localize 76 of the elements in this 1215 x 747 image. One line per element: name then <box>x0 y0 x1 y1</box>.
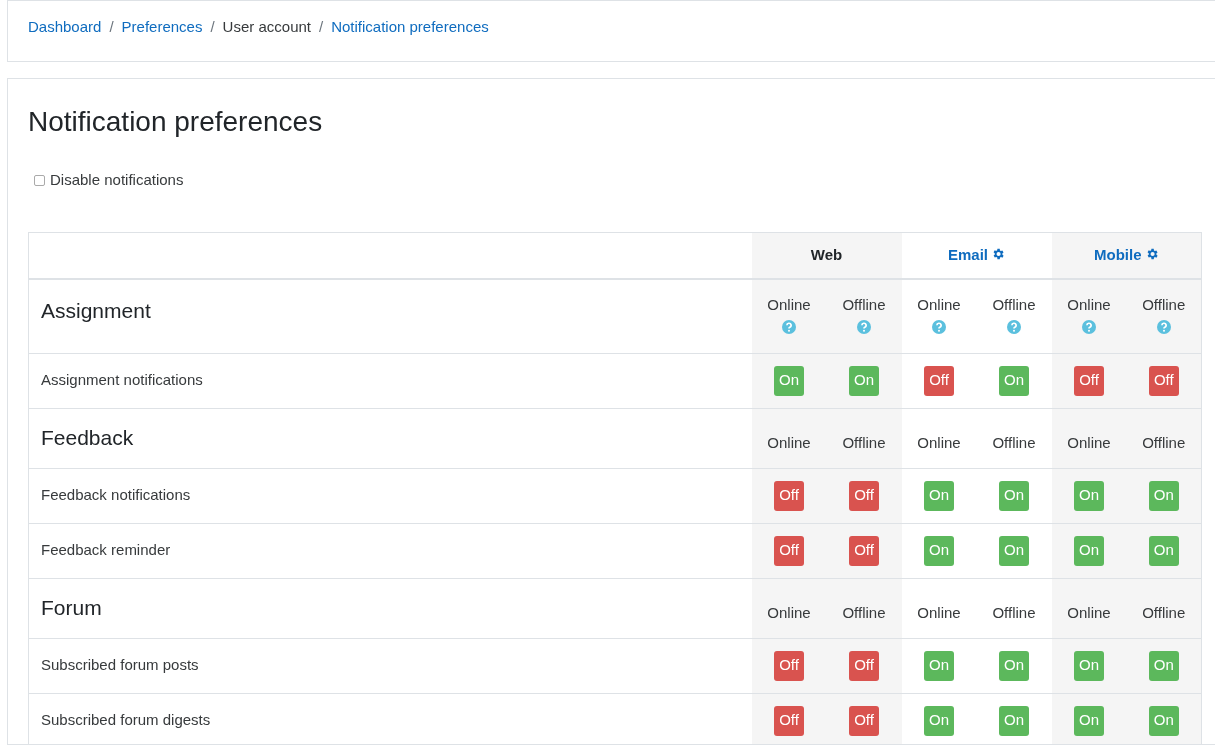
toggle-button[interactable]: Off <box>1148 365 1179 396</box>
toggle-button[interactable]: Off <box>849 650 879 681</box>
checkbox-label: Disable notifications <box>50 170 184 190</box>
state-label: Offline <box>841 296 887 314</box>
toggle-button[interactable]: Off <box>774 705 804 736</box>
toggle-button[interactable]: On <box>924 705 954 736</box>
toggle-button[interactable]: Off <box>774 650 804 681</box>
state-label: Online <box>1066 603 1112 622</box>
notification-label: Subscribed forum posts <box>41 656 199 674</box>
toggle-button[interactable]: On <box>924 650 954 681</box>
toggle-button[interactable]: Off <box>849 480 879 511</box>
toggle-button[interactable]: On <box>1148 705 1179 736</box>
state-label: Offline <box>1141 296 1187 314</box>
notification-label: Assignment notifications <box>41 371 203 389</box>
state-label: Offline <box>991 603 1037 622</box>
notification-label: Feedback notifications <box>41 486 191 504</box>
breadcrumb-link[interactable]: Preferences <box>121 15 203 39</box>
notification-label: Feedback reminder <box>41 541 171 559</box>
processor-heading[interactable]: Mobile <box>1094 246 1142 263</box>
checkbox[interactable] <box>34 174 45 186</box>
toggle-button[interactable]: On <box>849 365 879 396</box>
toggle-button[interactable]: On <box>999 535 1029 566</box>
state-label: Online <box>766 433 812 452</box>
state-label: Offline <box>991 433 1037 452</box>
toggle-button[interactable]: On <box>1074 650 1104 681</box>
toggle-button[interactable]: Off <box>849 705 879 736</box>
section-heading: Feedback <box>41 425 134 449</box>
state-label: Online <box>1066 296 1112 314</box>
state-label: Online <box>1066 433 1112 452</box>
state-label: Offline <box>1141 433 1187 452</box>
toggle-button[interactable]: Off <box>1074 365 1104 396</box>
toggle-button[interactable]: On <box>1074 480 1104 511</box>
page-title: Notification preferences <box>28 105 324 139</box>
breadcrumb-item: User account <box>222 16 311 37</box>
state-label: Offline <box>1141 603 1187 622</box>
toggle-button[interactable]: On <box>924 480 954 511</box>
toggle-button[interactable]: On <box>999 650 1029 681</box>
state-label: Online <box>766 296 812 314</box>
toggle-button[interactable]: On <box>1148 480 1179 511</box>
toggle-button[interactable]: On <box>774 365 804 396</box>
toggle-button[interactable]: On <box>1074 705 1104 736</box>
toggle-button[interactable]: Off <box>774 535 804 566</box>
toggle-button[interactable]: Off <box>849 535 879 566</box>
settings-icon[interactable] <box>991 247 1005 261</box>
toggle-button[interactable]: Off <box>774 480 804 511</box>
toggle-button[interactable]: On <box>1074 535 1104 566</box>
toggle-button[interactable]: On <box>1148 535 1179 566</box>
help-icon[interactable] <box>1156 320 1171 334</box>
breadcrumb-separator: / <box>209 16 216 37</box>
toggle-button[interactable]: Off <box>924 365 954 396</box>
help-icon[interactable] <box>932 320 946 334</box>
processor-heading[interactable]: Email <box>948 246 988 263</box>
toggle-button[interactable]: On <box>999 480 1029 511</box>
processor-heading: Web <box>810 246 843 263</box>
help-icon[interactable] <box>857 320 871 334</box>
state-label: Offline <box>841 603 887 622</box>
toggle-button[interactable]: On <box>1148 650 1179 681</box>
state-label: Offline <box>841 433 887 452</box>
help-icon[interactable] <box>1082 320 1096 334</box>
toggle-button[interactable]: On <box>999 705 1029 736</box>
breadcrumb-separator: / <box>318 16 325 37</box>
toggle-button[interactable]: On <box>999 365 1029 396</box>
state-label: Online <box>916 603 962 622</box>
state-label: Online <box>766 603 812 622</box>
help-icon[interactable] <box>782 320 796 334</box>
breadcrumb-link[interactable]: Notification preferences <box>331 15 489 39</box>
state-label: Online <box>916 296 962 314</box>
help-icon[interactable] <box>1007 320 1021 334</box>
notification-label: Subscribed forum digests <box>41 711 211 729</box>
breadcrumb-separator: / <box>108 16 115 37</box>
state-label: Online <box>916 433 962 452</box>
section-heading: Forum <box>41 595 102 619</box>
toggle-button[interactable]: On <box>924 535 954 566</box>
section-heading: Assignment <box>41 299 151 322</box>
state-label: Offline <box>991 296 1037 314</box>
breadcrumb-link[interactable]: Dashboard <box>28 15 102 39</box>
